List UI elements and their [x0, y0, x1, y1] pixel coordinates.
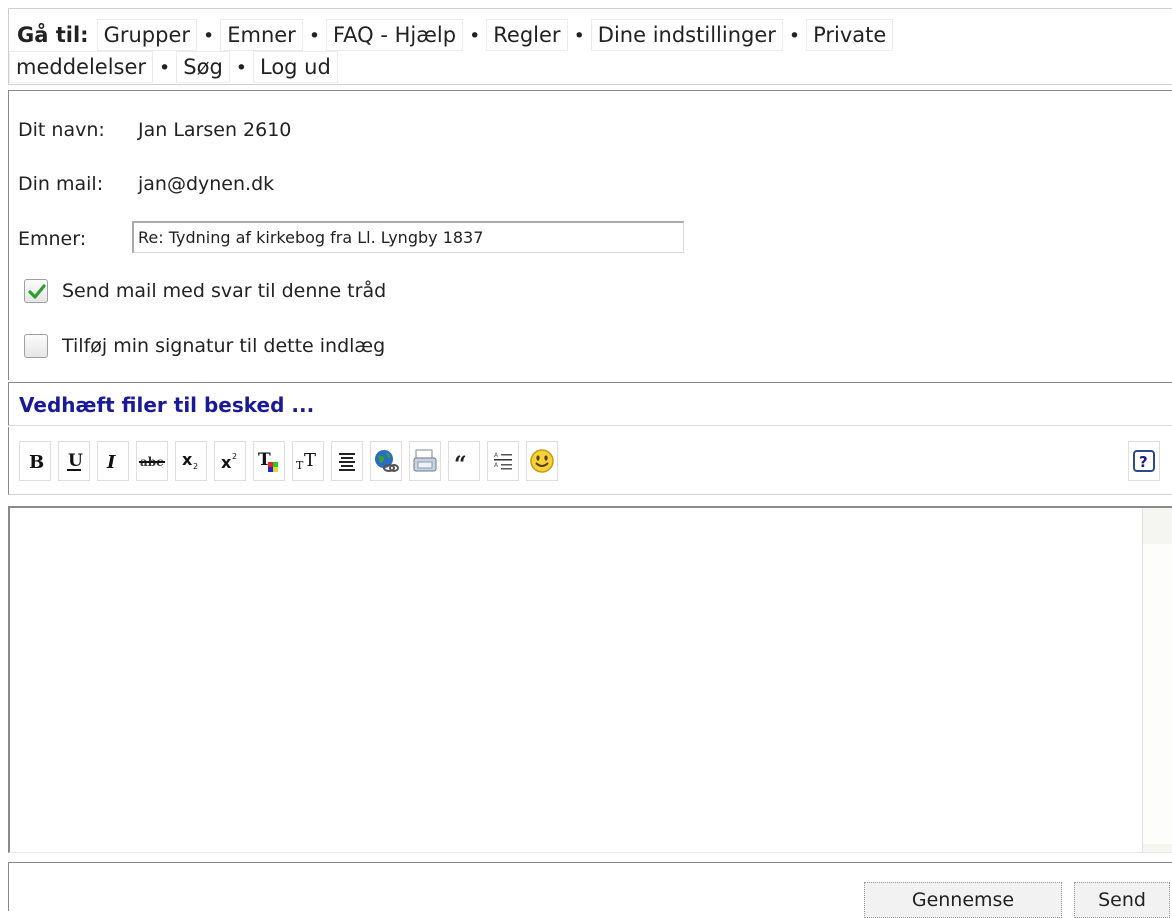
attach-bar: Vedhæft filer til besked ... — [8, 382, 1172, 426]
insert-image-icon[interactable] — [409, 441, 441, 481]
insert-link-icon[interactable] — [370, 441, 402, 481]
name-label: Dit navn: — [18, 119, 105, 141]
checkmark-icon — [28, 284, 46, 299]
editor-toolbar: B U I abc x2 x2 T TT “ AA ? — [8, 427, 1172, 495]
svg-text:?: ? — [1139, 453, 1148, 471]
italic-icon[interactable]: I — [97, 441, 129, 481]
signature-checkbox[interactable] — [24, 334, 48, 358]
underline-icon[interactable]: U — [58, 441, 90, 481]
mail-label: Din mail: — [18, 173, 104, 195]
svg-text:B: B — [29, 452, 44, 472]
strikethrough-icon[interactable]: abc — [136, 441, 168, 481]
send-button[interactable]: Send — [1074, 882, 1170, 918]
name-value: Jan Larsen 2610 — [138, 119, 292, 141]
svg-text:x: x — [221, 453, 232, 472]
help-icon[interactable]: ? — [1128, 441, 1160, 481]
preview-button[interactable]: Gennemse — [864, 882, 1062, 918]
nav-separator: • — [203, 25, 215, 47]
subscript-icon[interactable]: x2 — [175, 441, 207, 481]
svg-text:A: A — [494, 462, 499, 469]
signature-option[interactable]: Tilføj min signatur til dette indlæg — [24, 334, 385, 358]
list-icon[interactable]: AA — [487, 441, 519, 481]
nav-separator: • — [573, 25, 585, 47]
nav-separator: • — [235, 57, 247, 79]
nav-link-faq[interactable]: FAQ - Hjælp — [326, 19, 464, 51]
nav-link-search[interactable]: Søg — [176, 51, 230, 83]
editor-scrollbar[interactable] — [1142, 508, 1172, 852]
nav-link-private-messages[interactable]: Private — [806, 19, 894, 51]
nav-separator: • — [469, 25, 481, 47]
svg-text:2: 2 — [193, 462, 198, 471]
nav-link-rules[interactable]: Regler — [486, 19, 568, 51]
attach-files-link[interactable]: Vedhæft filer til besked ... — [19, 393, 314, 417]
mail-value: jan@dynen.dk — [138, 173, 275, 195]
superscript-icon[interactable]: x2 — [214, 441, 246, 481]
nav-link-topics[interactable]: Emner — [220, 19, 303, 51]
scrollbar-track[interactable] — [1143, 544, 1172, 844]
nav-label: Gå til: — [17, 23, 89, 47]
notify-checkbox[interactable] — [24, 279, 48, 303]
nav-separator: • — [308, 25, 321, 47]
subject-label: Emner: — [18, 228, 87, 250]
nav-separator: • — [788, 25, 801, 47]
nav-separator: • — [159, 57, 171, 79]
nav-link-groups[interactable]: Grupper — [96, 19, 197, 51]
notify-option[interactable]: Send mail med svar til denne tråd — [24, 279, 386, 303]
svg-text:T: T — [304, 450, 316, 471]
text-color-icon[interactable]: T — [253, 441, 285, 481]
align-center-icon[interactable] — [331, 441, 363, 481]
svg-text:A: A — [494, 452, 499, 459]
nav-link-logout[interactable]: Log ud — [253, 51, 338, 83]
svg-text:U: U — [68, 451, 83, 471]
svg-text:T: T — [296, 459, 304, 472]
bold-icon[interactable]: B — [19, 441, 51, 481]
notify-label: Send mail med svar til denne tråd — [62, 280, 387, 302]
signature-label: Tilføj min signatur til dette indlæg — [62, 335, 386, 357]
mail-row: Din mail: jan@dynen.dk — [18, 173, 274, 195]
message-textarea[interactable] — [8, 506, 1172, 853]
subject-input[interactable] — [132, 221, 684, 253]
svg-text:“: “ — [454, 452, 467, 472]
nav-link-private-messages-cont[interactable]: meddelelser — [9, 51, 154, 83]
svg-text:x: x — [182, 450, 193, 469]
name-row: Dit navn: Jan Larsen 2610 — [18, 119, 291, 141]
smiley-icon[interactable] — [526, 441, 558, 481]
font-size-icon[interactable]: TT — [292, 441, 324, 481]
nav-link-settings[interactable]: Dine indstillinger — [590, 19, 783, 51]
navigation-bar: Gå til: Grupper • Emner • FAQ - Hjælp • Regler •… — [8, 8, 1172, 85]
quote-icon[interactable]: “ — [448, 441, 480, 481]
svg-text:2: 2 — [232, 452, 237, 461]
svg-text:I: I — [106, 452, 116, 472]
